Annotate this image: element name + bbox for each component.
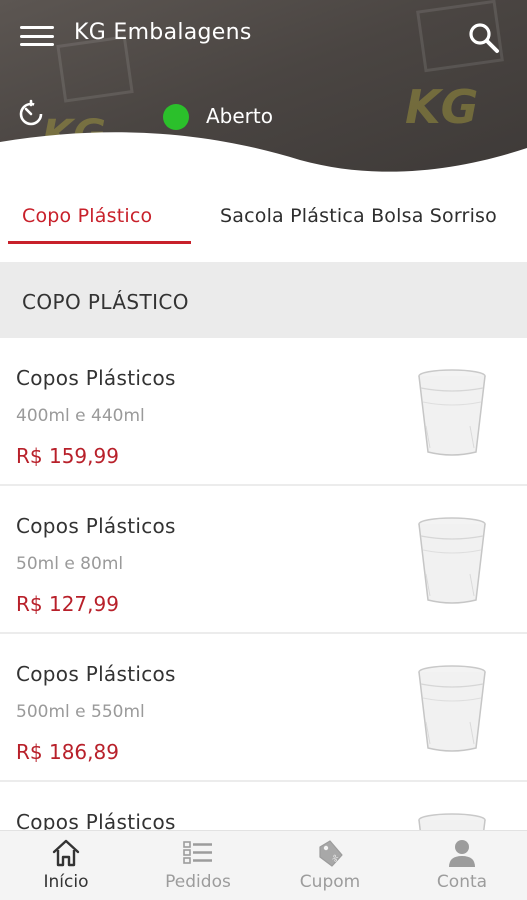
plastic-cup-image xyxy=(418,369,486,456)
product-item[interactable]: Copos Plásticos 500ml e 550ml R$ 186,89 xyxy=(0,634,527,782)
tab-copo-plastico[interactable]: Copo Plástico xyxy=(22,205,152,227)
product-item[interactable]: Copos Plásticos xyxy=(0,782,527,830)
app-title: KG Embalagens xyxy=(74,20,252,45)
coupon-tag-icon: % xyxy=(319,840,343,867)
search-button[interactable] xyxy=(466,20,502,56)
search-icon xyxy=(469,23,499,53)
product-item[interactable]: Copos Plásticos 50ml e 80ml R$ 127,99 xyxy=(0,486,527,634)
plastic-cup-image xyxy=(418,813,486,830)
app-header: KG KG KG Embalagens Aberto xyxy=(0,0,527,200)
nav-inicio[interactable]: Início xyxy=(0,831,132,900)
nav-label: Pedidos xyxy=(165,872,231,892)
product-name: Copos Plásticos xyxy=(16,366,176,390)
plastic-cup-image xyxy=(418,517,486,604)
status-indicator-dot xyxy=(163,104,189,130)
product-price: R$ 186,89 xyxy=(16,740,119,764)
product-price: R$ 127,99 xyxy=(16,592,119,616)
product-name: Copos Plásticos xyxy=(16,810,176,830)
tab-sacola-plastica[interactable]: Sacola Plástica Bolsa Sorriso xyxy=(220,205,497,227)
home-icon xyxy=(52,839,80,867)
store-status-label: Aberto xyxy=(206,104,273,128)
section-title: COPO PLÁSTICO xyxy=(22,290,189,314)
hamburger-menu-icon xyxy=(20,26,54,29)
category-tabs: Copo Plástico Sacola Plástica Bolsa Sorr… xyxy=(0,190,527,262)
product-price: R$ 159,99 xyxy=(16,444,119,468)
nav-pedidos[interactable]: Pedidos xyxy=(132,831,264,900)
product-item[interactable]: Copos Plásticos 400ml e 440ml R$ 159,99 xyxy=(0,338,527,486)
timer-icon[interactable] xyxy=(17,99,45,127)
order-list-icon xyxy=(183,841,212,864)
product-description: 50ml e 80ml xyxy=(16,554,124,574)
nav-label: Conta xyxy=(436,872,488,892)
nav-label: Início xyxy=(43,872,89,892)
product-list: Copos Plásticos 400ml e 440ml R$ 159,99 … xyxy=(0,338,527,830)
user-icon xyxy=(449,840,475,867)
background-box-decoration xyxy=(56,35,134,103)
plastic-cup-image xyxy=(418,665,486,752)
background-logo-watermark: KG xyxy=(405,80,479,134)
active-tab-indicator xyxy=(8,241,191,244)
nav-cupom[interactable]: % Cupom xyxy=(264,831,396,900)
product-description: 500ml e 550ml xyxy=(16,702,145,722)
nav-label: Cupom xyxy=(299,872,361,892)
product-name: Copos Plásticos xyxy=(16,514,176,538)
hamburger-menu-icon xyxy=(20,34,54,38)
hamburger-menu-icon xyxy=(20,43,54,46)
product-description: 400ml e 440ml xyxy=(16,406,145,426)
menu-button[interactable] xyxy=(20,22,54,50)
category-section-header: COPO PLÁSTICO xyxy=(0,262,527,338)
bottom-navigation: Início Pedidos % Cupom Conta xyxy=(0,830,527,900)
nav-conta[interactable]: Conta xyxy=(396,831,527,900)
product-name: Copos Plásticos xyxy=(16,662,176,686)
